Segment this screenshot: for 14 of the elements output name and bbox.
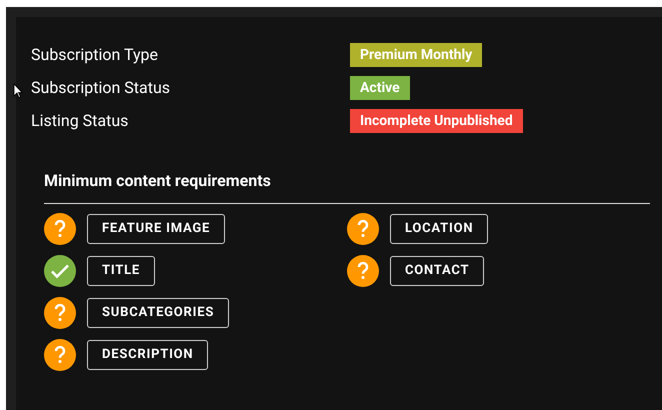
requirement-button[interactable]: CONTACT xyxy=(390,256,484,286)
detail-label: Listing Status xyxy=(31,110,130,132)
detail-label: Subscription Type xyxy=(31,44,159,66)
requirement-button[interactable]: TITLE xyxy=(87,256,155,286)
status-tag: Incomplete Unpublished xyxy=(350,109,523,133)
cursor-icon xyxy=(13,83,23,98)
requirement-button[interactable]: SUBCATEGORIES xyxy=(87,298,230,328)
detail-label: Subscription Status xyxy=(31,77,172,99)
section-title: Minimum content requirements xyxy=(44,170,272,192)
status-tag: Premium Monthly xyxy=(350,43,482,67)
requirement-button[interactable]: FEATURE IMAGE xyxy=(87,214,226,244)
requirement-button[interactable]: DESCRIPTION xyxy=(87,340,208,370)
requirement-button[interactable]: LOCATION xyxy=(390,214,488,244)
status-tag: Active xyxy=(350,76,410,100)
